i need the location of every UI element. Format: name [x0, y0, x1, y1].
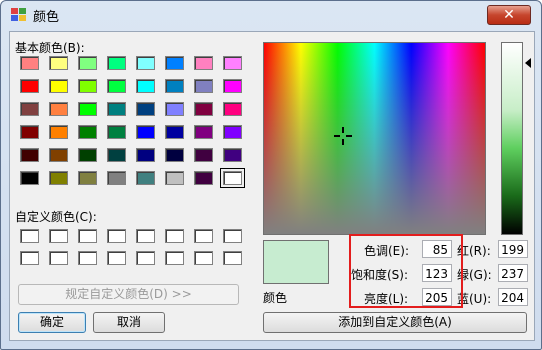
- basic-color-swatch[interactable]: [136, 171, 155, 185]
- basic-color-swatch[interactable]: [136, 148, 155, 162]
- basic-color-swatch[interactable]: [136, 79, 155, 93]
- custom-color-swatch[interactable]: [20, 229, 39, 243]
- close-button[interactable]: ✕: [487, 5, 531, 25]
- color-preview: [263, 240, 329, 284]
- blue-field[interactable]: 204: [498, 288, 528, 306]
- basic-color-swatch[interactable]: [165, 171, 184, 185]
- highlight-box: [349, 234, 463, 308]
- basic-color-swatch[interactable]: [78, 56, 97, 70]
- basic-color-swatch[interactable]: [20, 148, 39, 162]
- basic-color-swatch[interactable]: [107, 148, 126, 162]
- custom-color-swatch[interactable]: [223, 229, 242, 243]
- luminance-arrow-icon[interactable]: [525, 58, 531, 68]
- custom-color-swatch[interactable]: [136, 229, 155, 243]
- luminance-slider[interactable]: [501, 42, 523, 235]
- color-spectrum[interactable]: [263, 42, 486, 235]
- custom-color-swatch[interactable]: [194, 251, 213, 265]
- basic-color-swatch[interactable]: [49, 171, 68, 185]
- custom-color-swatch[interactable]: [223, 251, 242, 265]
- basic-color-swatch[interactable]: [107, 125, 126, 139]
- close-icon: ✕: [503, 7, 515, 23]
- basic-color-swatch[interactable]: [49, 79, 68, 93]
- basic-color-swatch[interactable]: [107, 79, 126, 93]
- basic-color-swatch[interactable]: [194, 79, 213, 93]
- basic-color-swatch[interactable]: [78, 148, 97, 162]
- title-bar: 颜色 ✕: [1, 1, 541, 29]
- basic-color-swatch[interactable]: [107, 56, 126, 70]
- basic-color-swatch[interactable]: [223, 102, 242, 116]
- basic-color-swatch[interactable]: [223, 125, 242, 139]
- red-field[interactable]: 199: [498, 240, 528, 258]
- basic-color-swatch[interactable]: [78, 102, 97, 116]
- basic-color-swatch[interactable]: [49, 125, 68, 139]
- add-to-custom-colors-button[interactable]: 添加到自定义颜色(A): [263, 312, 527, 333]
- basic-color-swatch[interactable]: [78, 171, 97, 185]
- cancel-button[interactable]: 取消: [93, 312, 165, 333]
- basic-color-swatch[interactable]: [165, 56, 184, 70]
- basic-color-swatch[interactable]: [78, 125, 97, 139]
- custom-color-swatch[interactable]: [194, 229, 213, 243]
- green-field[interactable]: 237: [498, 264, 528, 282]
- basic-color-swatch[interactable]: [194, 171, 213, 185]
- basic-color-swatch[interactable]: [78, 79, 97, 93]
- basic-color-swatch[interactable]: [220, 168, 245, 188]
- custom-color-swatch[interactable]: [107, 229, 126, 243]
- basic-color-swatch[interactable]: [20, 125, 39, 139]
- dialog-body: 基本颜色(B): 自定义颜色(C): 规定自定义颜色(D) >> 确定 取消 颜…: [9, 31, 535, 341]
- custom-color-swatch[interactable]: [165, 229, 184, 243]
- basic-color-swatch[interactable]: [223, 79, 242, 93]
- basic-color-swatch[interactable]: [107, 102, 126, 116]
- basic-color-swatch[interactable]: [49, 56, 68, 70]
- crosshair-icon: [334, 127, 352, 145]
- custom-colors-label: 自定义颜色(C):: [15, 210, 97, 224]
- basic-color-swatch[interactable]: [136, 102, 155, 116]
- basic-color-swatch[interactable]: [194, 56, 213, 70]
- custom-color-swatch[interactable]: [78, 229, 97, 243]
- basic-color-swatch[interactable]: [165, 148, 184, 162]
- ok-button[interactable]: 确定: [18, 312, 86, 333]
- custom-color-swatch[interactable]: [107, 251, 126, 265]
- basic-color-swatch[interactable]: [136, 56, 155, 70]
- paint-palette-icon: [11, 8, 26, 21]
- basic-color-swatch[interactable]: [20, 56, 39, 70]
- basic-color-swatch[interactable]: [194, 148, 213, 162]
- basic-color-swatch[interactable]: [165, 79, 184, 93]
- basic-color-swatch[interactable]: [20, 102, 39, 116]
- custom-color-swatch[interactable]: [49, 251, 68, 265]
- basic-color-swatch[interactable]: [136, 125, 155, 139]
- window-title: 颜色: [33, 10, 60, 25]
- basic-color-swatch[interactable]: [165, 102, 184, 116]
- custom-color-swatch[interactable]: [78, 251, 97, 265]
- basic-color-swatch[interactable]: [223, 148, 242, 162]
- basic-color-swatch[interactable]: [107, 171, 126, 185]
- basic-color-swatch[interactable]: [165, 125, 184, 139]
- basic-color-swatch[interactable]: [223, 56, 242, 70]
- define-custom-colors-button[interactable]: 规定自定义颜色(D) >>: [18, 284, 239, 305]
- basic-color-swatch[interactable]: [194, 102, 213, 116]
- custom-color-swatch[interactable]: [165, 251, 184, 265]
- basic-color-swatch[interactable]: [194, 125, 213, 139]
- color-solid-label: 颜色: [263, 291, 288, 305]
- basic-color-swatch[interactable]: [20, 79, 39, 93]
- custom-color-swatch[interactable]: [49, 229, 68, 243]
- custom-color-swatch[interactable]: [136, 251, 155, 265]
- custom-color-swatch[interactable]: [20, 251, 39, 265]
- basic-color-swatch[interactable]: [49, 148, 68, 162]
- basic-colors-label: 基本颜色(B):: [15, 41, 85, 55]
- basic-color-swatch[interactable]: [49, 102, 68, 116]
- basic-color-swatch[interactable]: [20, 171, 39, 185]
- color-dialog: 颜色 ✕ 基本颜色(B): 自定义颜色(C): 规定自定义颜色(D) >> 确定…: [0, 0, 542, 350]
